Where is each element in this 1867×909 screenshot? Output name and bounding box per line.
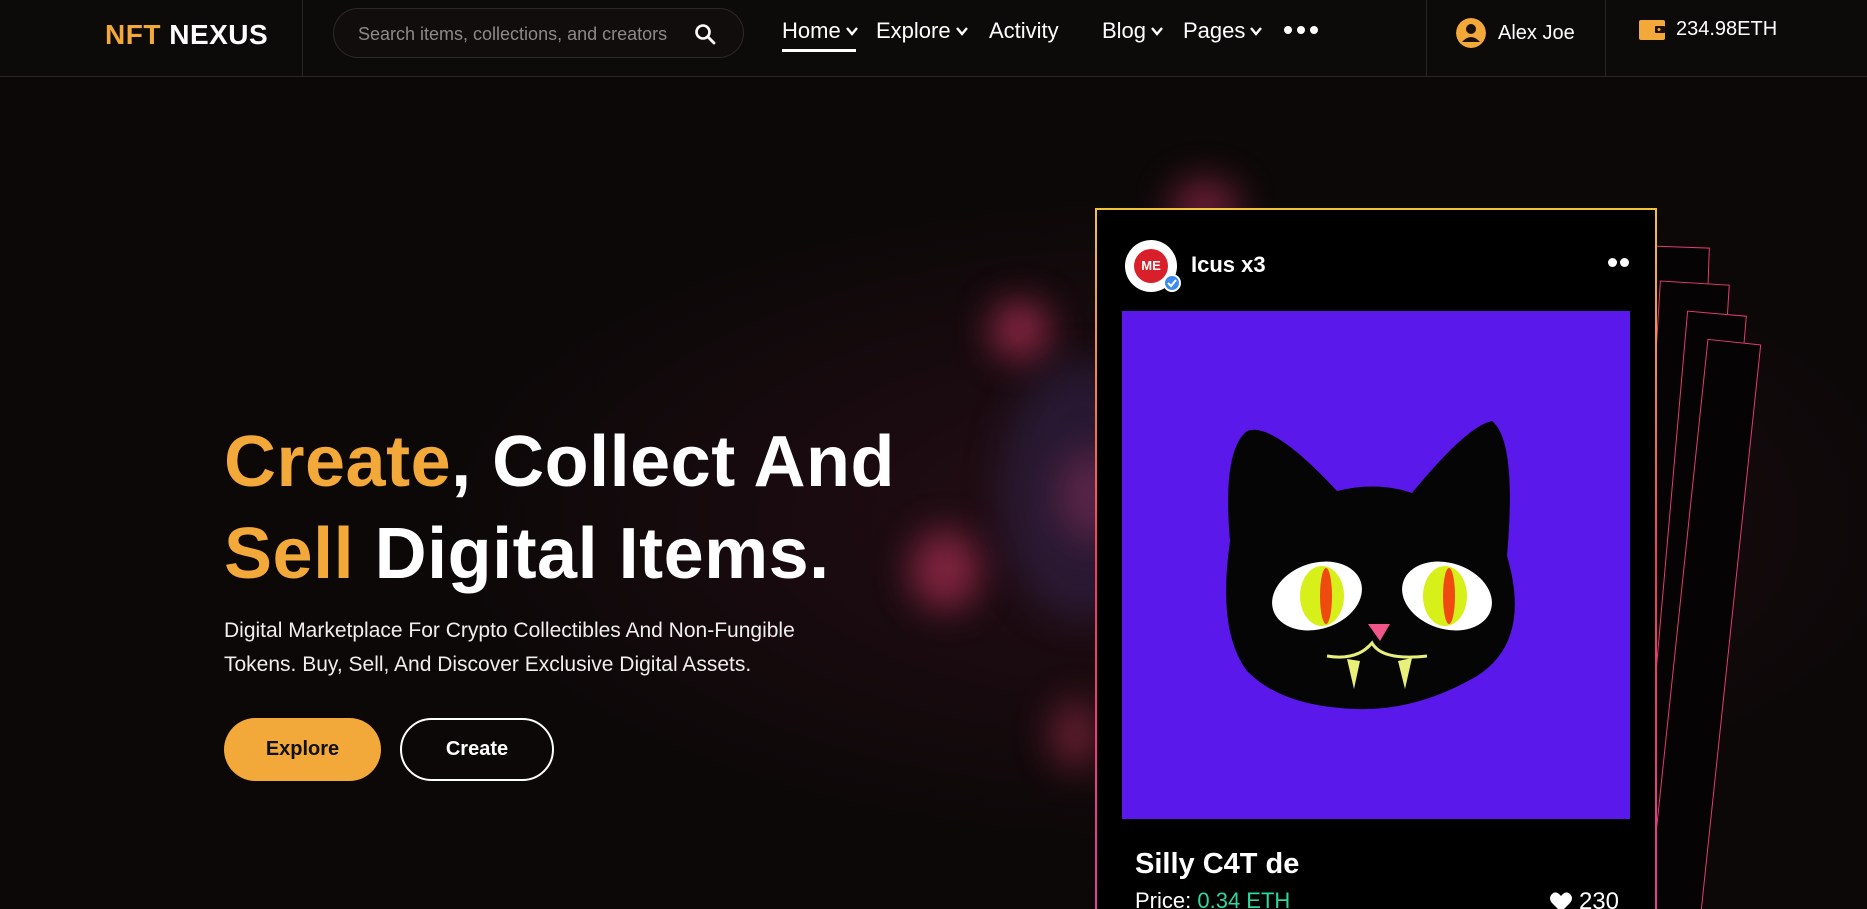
nft-card[interactable]: ME Icus x3 Silly C4T de Price: 0.34 ETH … (1095, 208, 1657, 909)
background-glow-blob (910, 530, 980, 610)
header-divider (1605, 0, 1606, 77)
logo-text-nft: NFT (105, 19, 161, 50)
hero-title-text: , Collect And (451, 422, 895, 502)
search-bar (333, 8, 744, 58)
nav-active-underline (782, 49, 856, 52)
more-menu-icon[interactable] (1284, 26, 1318, 34)
nav-pages[interactable]: Pages (1183, 18, 1263, 44)
create-button[interactable]: Create (400, 718, 554, 781)
explore-button[interactable]: Explore (224, 718, 381, 781)
search-icon[interactable] (693, 22, 717, 46)
chevron-down-icon (1151, 27, 1163, 36)
top-navbar: NFT NEXUS Home Explore Activity Blog Pag… (0, 0, 1867, 77)
user-name: Alex Joe (1498, 21, 1575, 44)
wallet-balance[interactable]: 234.98ETH (1638, 18, 1777, 41)
hero-title-line2: Sell Digital Items. (224, 508, 895, 600)
nav-blog-label: Blog (1102, 18, 1147, 43)
hero-title-text: Digital Items. (354, 514, 830, 594)
user-icon (1456, 18, 1486, 48)
nav-pages-label: Pages (1183, 18, 1246, 43)
wallet-balance-text: 234.98ETH (1676, 18, 1778, 40)
nft-image[interactable] (1122, 311, 1630, 819)
like-button[interactable]: 230 (1549, 888, 1619, 909)
black-cat-illustration (1226, 421, 1515, 710)
creator-logo: ME (1134, 249, 1168, 283)
hero-subtitle-line: Tokens. Buy, Sell, And Discover Exclusiv… (224, 653, 752, 676)
nav-activity-label: Activity (989, 18, 1059, 43)
header-divider (302, 0, 303, 77)
hero-title-line1: Create, Collect And (224, 416, 895, 508)
nav-explore-label: Explore (876, 18, 951, 43)
user-profile[interactable]: Alex Joe (1456, 18, 1575, 48)
site-logo[interactable]: NFT NEXUS (105, 19, 268, 51)
verified-badge-icon (1163, 274, 1181, 292)
nav-activity[interactable]: Activity (989, 18, 1059, 44)
hero-subtitle-line: Digital Marketplace For Crypto Collectib… (224, 619, 795, 642)
chevron-down-icon (845, 27, 858, 36)
chevron-down-icon (1250, 27, 1263, 36)
price-label: Price: (1135, 888, 1192, 909)
creator-name[interactable]: Icus x3 (1191, 252, 1266, 278)
price-value: 0.34 ETH (1197, 888, 1291, 909)
header-divider (1426, 0, 1427, 77)
heart-icon (1549, 892, 1572, 909)
hero-title-accent: Sell (224, 514, 355, 594)
card-options-icon[interactable] (1608, 258, 1629, 267)
nav-home[interactable]: Home (782, 18, 859, 44)
logo-text-nexus: NEXUS (169, 19, 269, 50)
hero-title: Create, Collect And Sell Digital Items. (224, 416, 895, 600)
nav-home-label: Home (782, 18, 841, 43)
hero-subtitle: Digital Marketplace For Crypto Collectib… (224, 614, 864, 682)
chevron-down-icon (955, 27, 968, 36)
nav-blog[interactable]: Blog (1102, 18, 1164, 44)
search-input[interactable] (358, 21, 688, 47)
nft-price: Price: 0.34 ETH (1135, 888, 1290, 909)
background-glow-blob (990, 300, 1050, 360)
nft-item-name[interactable]: Silly C4T de (1135, 848, 1299, 881)
like-count: 230 (1578, 888, 1619, 909)
wallet-icon (1639, 19, 1665, 40)
nav-explore[interactable]: Explore (876, 18, 969, 44)
background-glow-blob (1050, 700, 1100, 770)
hero-title-accent: Create (224, 422, 452, 502)
